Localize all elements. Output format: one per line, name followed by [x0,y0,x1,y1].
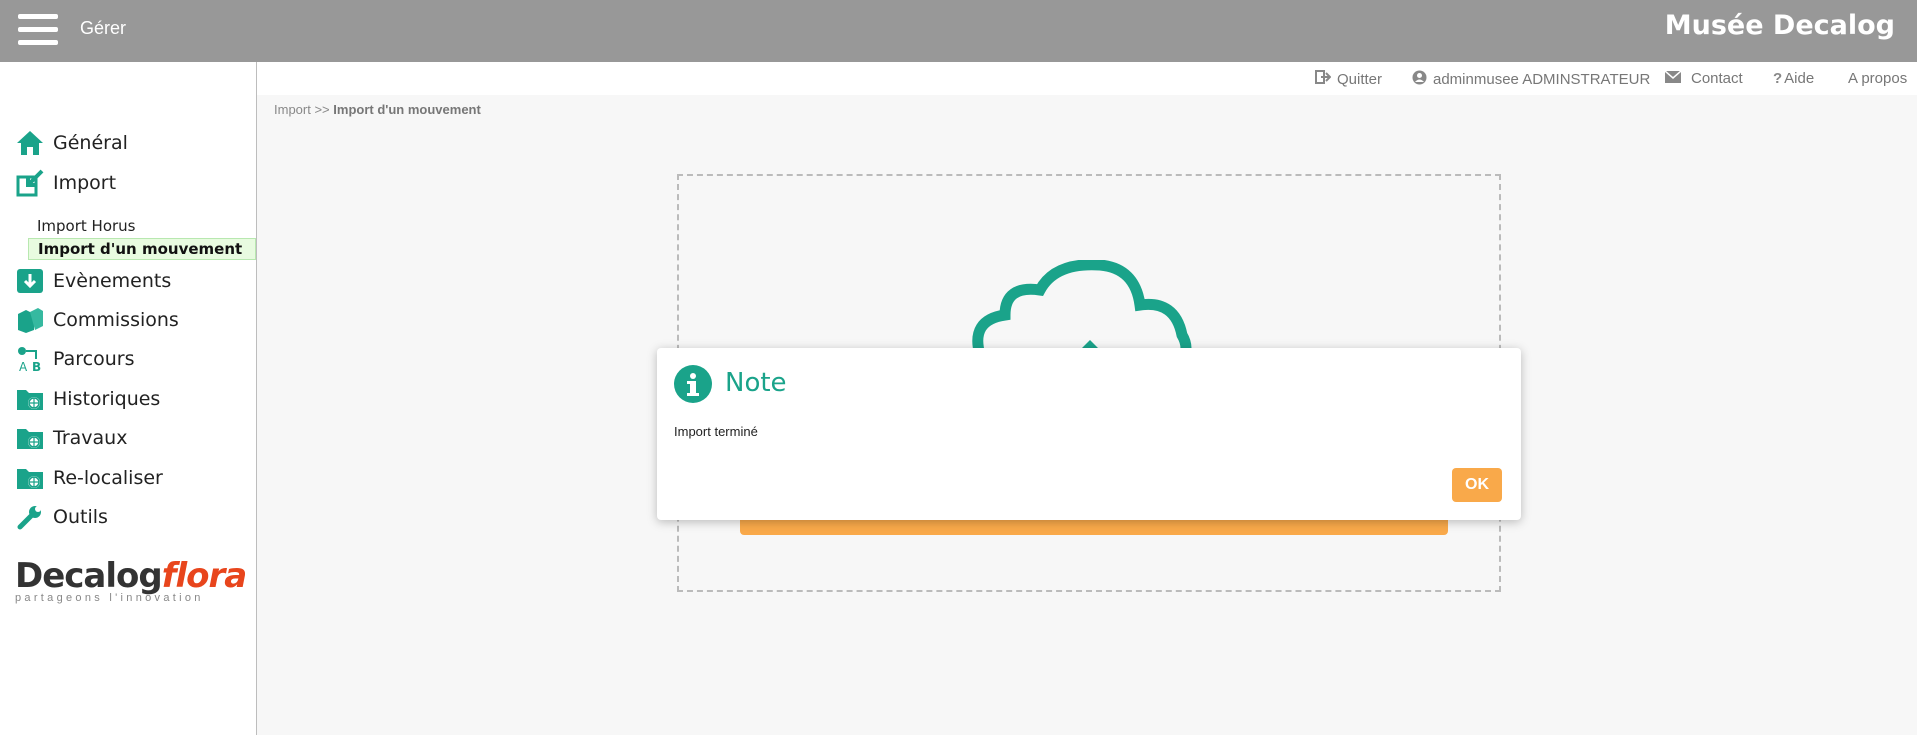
note-dialog: Note Import terminé OK [657,348,1521,520]
sidebar-item-label: Général [53,132,128,154]
wrench-icon [16,503,44,531]
envelope-icon [1664,70,1682,87]
sidebar-item-general[interactable]: Général [16,128,128,158]
sidebar-item-parcours[interactable]: AB Parcours [16,344,134,374]
sidebar-item-evenements[interactable]: Evènements [16,266,171,296]
decalog-flora-logo: Decalogflora partageons l'innovation [15,556,247,604]
breadcrumb-parent[interactable]: Import [274,102,311,117]
import-icon [16,169,44,197]
home-icon [16,129,44,157]
sidebar-item-outils[interactable]: Outils [16,502,108,532]
sidebar-item-label: Evènements [53,270,172,292]
sidebar-item-historiques[interactable]: Historiques [16,384,160,414]
sidebar: Général Import Import Horus Import d'un … [0,62,257,735]
sidebar-item-travaux[interactable]: Travaux [16,423,127,453]
manage-label[interactable]: Gérer [80,18,126,39]
ok-button[interactable]: OK [1452,468,1502,502]
sidebar-item-label: Outils [53,506,108,528]
sidebar-item-label: Import [53,172,117,194]
info-icon [674,365,712,403]
sidebar-item-label: Historiques [53,388,161,410]
user-circle-icon [1412,70,1427,89]
svg-text:A: A [19,360,28,373]
help-link[interactable]: ? Aide [1773,70,1814,87]
sidebar-item-relocaliser[interactable]: Re-localiser [16,463,163,493]
sign-out-icon [1315,70,1332,88]
folder-globe-icon [16,424,44,452]
header-links: Quitter adminmusee ADMINSTRATEUR Contact… [257,62,1917,95]
svg-text:B: B [32,360,41,373]
dialog-message: Import terminé [674,424,758,439]
sidebar-subitem-label: Import d'un mouvement [38,240,243,258]
sidebar-subitem-import-horus[interactable]: Import Horus [37,217,136,235]
sidebar-item-commissions[interactable]: Commissions [16,305,179,335]
question-icon: ? [1773,70,1783,87]
boxes-icon [16,306,44,334]
breadcrumb-separator: >> [314,102,330,117]
about-link[interactable]: A propos [1848,70,1907,87]
route-icon: AB [16,345,44,374]
sidebar-item-label: Parcours [53,348,135,370]
sidebar-item-label: Commissions [53,309,179,331]
folder-globe-icon [16,385,44,413]
sidebar-subitem-import-mouvement[interactable]: Import d'un mouvement [28,238,256,260]
user-link[interactable]: adminmusee ADMINSTRATEUR [1412,70,1650,89]
top-bar: Gérer Musée Decalog [0,0,1917,62]
app-title: Musée Decalog [1664,10,1895,41]
quit-link[interactable]: Quitter [1315,70,1382,88]
contact-link[interactable]: Contact [1664,70,1743,87]
sidebar-item-label: Re-localiser [53,467,163,489]
breadcrumb: Import >> Import d'un mouvement [274,102,481,117]
sidebar-item-label: Travaux [53,427,128,449]
menu-icon[interactable] [18,14,58,46]
download-box-icon [16,267,44,295]
folder-globe-icon [16,464,44,492]
breadcrumb-current: Import d'un mouvement [333,102,481,117]
sidebar-item-import[interactable]: Import [16,168,116,198]
dialog-title: Note [725,368,787,398]
